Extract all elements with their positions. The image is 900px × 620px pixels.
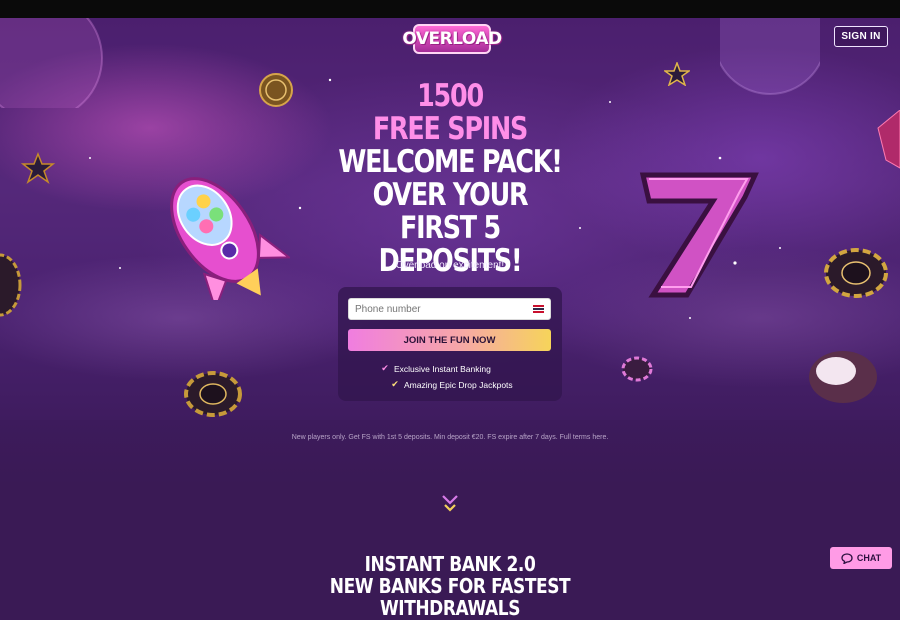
feature-item-instant-banking: ✔ Exclusive Instant Banking — [380, 363, 540, 374]
section-title-line1: INSTANT BANK 2.0 — [364, 552, 536, 576]
feature-label: Amazing Epic Drop Jackpots — [404, 379, 513, 390]
instant-bank-section-title: INSTANT BANK 2.0 NEW BANKS FOR FASTEST W… — [250, 553, 650, 619]
terms-text[interactable]: New players only. Get FS with 1st 5 depo… — [200, 434, 700, 441]
phone-number-field[interactable] — [348, 298, 551, 320]
chat-button[interactable]: CHAT — [830, 547, 892, 569]
overload-logo[interactable]: OVERLOAD — [402, 24, 502, 54]
flag-icon[interactable] — [533, 305, 544, 313]
feature-item-jackpots: ✔ Amazing Epic Drop Jackpots — [390, 379, 550, 390]
check-icon: ✔ — [391, 379, 399, 389]
headline-spins-count: 1500 — [417, 78, 484, 114]
chat-bubble-icon — [841, 552, 853, 564]
headline-free-spins: FREE SPINS — [372, 111, 528, 147]
chat-label: CHAT — [856, 553, 882, 563]
scroll-down-icon[interactable] — [440, 493, 460, 515]
browser-top-strip — [0, 0, 900, 18]
headline-welcome-pack: WELCOME PACK! — [338, 144, 563, 180]
sign-in-button[interactable]: SIGN IN — [834, 26, 888, 47]
headline-over-your: OVER YOUR — [372, 177, 529, 213]
phone-number-input[interactable] — [355, 303, 515, 315]
check-icon: ✔ — [381, 363, 389, 373]
feature-label: Exclusive Instant Banking — [394, 363, 491, 374]
join-the-fun-button[interactable]: JOIN THE FUN NOW — [348, 329, 551, 351]
hero-tagline: Overload on excitement! — [395, 260, 505, 271]
hero-headline: 1500 FREE SPINS WELCOME PACK! OVER YOUR … — [300, 80, 600, 278]
